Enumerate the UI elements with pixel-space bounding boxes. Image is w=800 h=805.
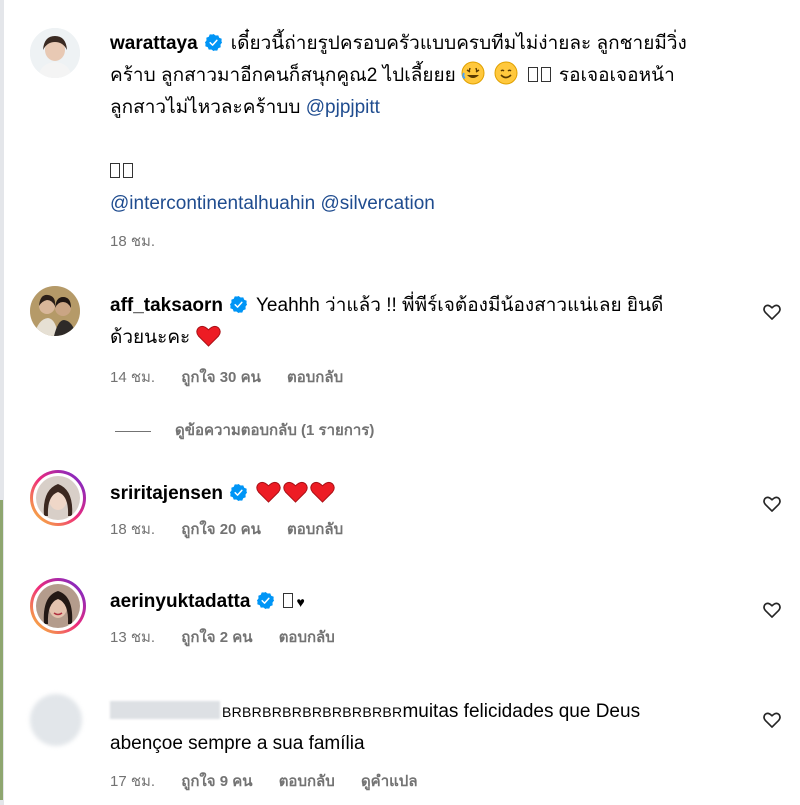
comment-line-2: ด้วยนะคะ <box>110 322 740 354</box>
caption-line-3: ลูกสาวไม่ไหวละคร้าบบ @pjpjpitt <box>110 92 740 124</box>
reply-button[interactable]: ตอบกลับ <box>279 773 335 790</box>
avatar-aerinyuktadatta[interactable] <box>30 578 86 634</box>
timestamp[interactable]: 14 ชม. <box>110 369 155 386</box>
reply-button[interactable]: ตอบกลับ <box>287 369 343 386</box>
caption-text: รอเจอเจอหน้า <box>558 65 675 86</box>
comment-sriritajensen: sriritajensen 18 ชม. ถูกใจ 20 คน ตอบกลับ <box>30 470 800 560</box>
comment-text: muitas felicidades que Deus <box>402 701 641 722</box>
missing-glyph-icon <box>283 593 294 608</box>
avatar-warattaya[interactable] <box>30 28 80 78</box>
comment-meta: 17 ชม. ถูกใจ 9 คน ตอบกลับ ดูคำแปล <box>110 772 740 792</box>
caption-line-6: @intercontinentalhuahin @silvercation <box>110 188 740 220</box>
comment-line-1: BRBRBRBRBRBRBRBRBRmuitas felicidades que… <box>110 696 740 728</box>
verified-badge-icon <box>257 591 275 610</box>
caption-text: เดี๋ยวนี้ถ่ายรูปครอบครัวแบบครบทีมไม่ง่าย… <box>230 33 687 54</box>
comment-blurred-user: BRBRBRBRBRBRBRBRBRmuitas felicidades que… <box>30 690 800 800</box>
like-heart-icon[interactable] <box>762 302 782 322</box>
caption-line-1: warattaya เดี๋ยวนี้ถ่ายรูปครอบครัวแบบครบท… <box>110 28 740 60</box>
missing-glyph-icon <box>110 163 120 178</box>
comment-aff-taksaorn: aff_taksaorn Yeahhh ว่าแล้ว !! พี่พีร์เจต… <box>30 286 800 396</box>
verified-badge-icon <box>204 33 222 52</box>
red-heart-emoji-icon <box>283 481 308 503</box>
comment-meta: 14 ชม. ถูกใจ 30 คน ตอบกลับ <box>110 368 740 388</box>
avatar-aff-taksaorn[interactable] <box>30 286 80 336</box>
comment-line-1: aff_taksaorn Yeahhh ว่าแล้ว !! พี่พีร์เจต… <box>110 290 740 322</box>
comment-text: abençoe sempre a sua família <box>110 733 365 754</box>
comment-text: Yeahhh ว่าแล้ว !! พี่พีร์เจต้องมีน้องสาว… <box>256 295 664 316</box>
username[interactable]: sriritajensen <box>110 483 223 504</box>
avatar-sriritajensen[interactable] <box>30 470 86 526</box>
like-heart-icon[interactable] <box>762 710 782 730</box>
see-translation-button[interactable]: ดูคำแปล <box>361 773 418 790</box>
caption-line-5 <box>110 156 740 188</box>
comment-line-1: sriritajensen <box>110 478 740 510</box>
likes-count[interactable]: ถูกใจ 30 คน <box>181 369 261 386</box>
mention-link[interactable]: @silvercation <box>321 193 435 214</box>
like-heart-icon[interactable] <box>762 600 782 620</box>
comment-meta: 18 ชม. ถูกใจ 20 คน ตอบกลับ <box>110 520 740 540</box>
reply-button[interactable]: ตอบกลับ <box>279 629 335 646</box>
caption-text: คร้าบ ลูกสาวมาอีกคนก็สนุกคูณ2 ไปเลี้ยยย <box>110 65 456 86</box>
comment-prefix: BRBRBRBRBRBRBRBRBR <box>222 704 403 720</box>
username[interactable]: aerinyuktadatta <box>110 591 250 612</box>
comment-meta: 13 ชม. ถูกใจ 2 คน ตอบกลับ <box>110 628 740 648</box>
timestamp[interactable]: 18 ชม. <box>110 521 155 538</box>
page-left-accent <box>0 500 3 800</box>
verified-badge-icon <box>229 483 248 502</box>
comment-line-2: abençoe sempre a sua família <box>110 728 740 760</box>
mention-link[interactable]: @intercontinentalhuahin <box>110 193 315 214</box>
likes-count[interactable]: ถูกใจ 9 คน <box>181 773 252 790</box>
avatar-image <box>36 476 80 520</box>
caption-text: ลูกสาวไม่ไหวละคร้าบบ <box>110 97 301 118</box>
comment-text: ♥ <box>296 594 306 610</box>
reply-button[interactable]: ตอบกลับ <box>287 521 343 538</box>
username[interactable]: aff_taksaorn <box>110 295 223 316</box>
red-heart-emoji-icon <box>310 481 335 503</box>
smiling-emoji-icon <box>494 61 518 85</box>
red-heart-emoji-icon <box>195 325 221 347</box>
likes-count[interactable]: ถูกใจ 20 คน <box>181 521 261 538</box>
caption-line-2: คร้าบ ลูกสาวมาอีกคนก็สนุกคูณ2 ไปเลี้ยยย … <box>110 60 740 92</box>
caption-comment: warattaya เดี๋ยวนี้ถ่ายรูปครอบครัวแบบครบท… <box>30 28 800 258</box>
comment-line-1: aerinyuktadatta ♥ <box>110 586 740 618</box>
comment-meta: 18 ชม. <box>110 232 740 252</box>
verified-badge-icon <box>229 295 248 314</box>
avatar-blurred[interactable] <box>30 694 82 746</box>
like-heart-icon[interactable] <box>762 494 782 514</box>
missing-glyph-icon <box>527 67 538 82</box>
timestamp[interactable]: 17 ชม. <box>110 773 155 790</box>
missing-glyph-icon <box>540 67 551 82</box>
username[interactable]: warattaya <box>110 33 198 54</box>
view-replies-button[interactable]: ดูข้อความตอบกลับ (1 รายการ) <box>115 420 374 442</box>
comment-aerinyuktadatta: aerinyuktadatta ♥ 13 ชม. ถูกใจ 2 คน ตอบกล… <box>30 578 800 668</box>
username-blurred[interactable] <box>110 701 220 719</box>
likes-count[interactable]: ถูกใจ 2 คน <box>181 629 252 646</box>
avatar-image <box>30 28 80 78</box>
timestamp[interactable]: 18 ชม. <box>110 233 155 250</box>
comment-text: ด้วยนะคะ <box>110 327 191 348</box>
mention-link[interactable]: @pjpjpitt <box>306 97 380 118</box>
missing-glyph-icon <box>123 163 133 178</box>
timestamp[interactable]: 13 ชม. <box>110 629 155 646</box>
view-replies-label: ดูข้อความตอบกลับ (1 รายการ) <box>175 422 375 439</box>
avatar-image <box>36 584 80 628</box>
avatar-image <box>30 286 80 336</box>
divider-line <box>115 430 151 432</box>
rolling-laughing-emoji-icon <box>461 61 485 85</box>
red-heart-emoji-icon <box>256 481 281 503</box>
